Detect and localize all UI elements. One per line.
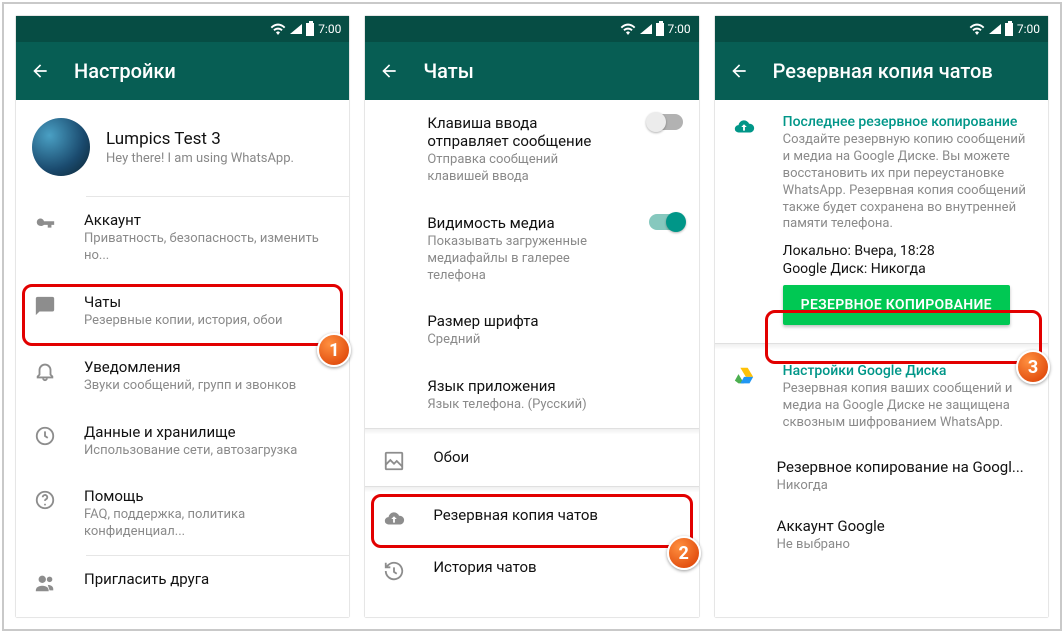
signal-icon bbox=[989, 24, 1001, 34]
status-bar: 7:00 bbox=[365, 16, 698, 42]
wallpaper-icon bbox=[383, 448, 405, 472]
people-icon bbox=[34, 570, 56, 594]
settings-chats[interactable]: ЧатыРезервные копии, история, обои bbox=[16, 279, 349, 344]
toolbar: Настройки bbox=[16, 42, 349, 100]
switch-enter-sends[interactable] bbox=[649, 114, 683, 130]
chat-history[interactable]: История чатов bbox=[365, 544, 698, 596]
back-icon[interactable] bbox=[30, 61, 50, 81]
backup-frequency[interactable]: Резервное копирование на Googl... Никогд… bbox=[715, 446, 1048, 505]
gdrive-section: Настройки Google Диска Резервная копия в… bbox=[715, 349, 1048, 446]
wifi-icon bbox=[270, 23, 286, 35]
section-heading: Последнее резервное копирование bbox=[783, 114, 1032, 130]
key-icon bbox=[34, 211, 56, 235]
drive-backup-info: Google Диск: Никогда bbox=[783, 261, 1032, 277]
profile-name: Lumpics Test 3 bbox=[106, 129, 294, 149]
settings-account[interactable]: АккаунтПриватность, безопасность, измени… bbox=[16, 197, 349, 279]
status-bar: 7:00 bbox=[16, 16, 349, 42]
battery-icon bbox=[306, 23, 314, 36]
wallpaper[interactable]: Обои bbox=[365, 434, 698, 486]
cloud-upload-icon bbox=[733, 114, 755, 138]
backup-button[interactable]: РЕЗЕРВНОЕ КОПИРОВАНИЕ bbox=[783, 285, 1010, 325]
battery-icon bbox=[1005, 23, 1013, 36]
section-desc: Создайте резервную копию сообщений и мед… bbox=[783, 132, 1032, 233]
wifi-icon bbox=[969, 23, 985, 35]
backup-screen: 7:00 Резервная копия чатов Последнее рез… bbox=[715, 16, 1048, 617]
screen-title: Настройки bbox=[74, 59, 176, 83]
clock: 7:00 bbox=[668, 22, 691, 36]
profile-status: Hey there! I am using WhatsApp. bbox=[106, 151, 294, 166]
help-icon bbox=[34, 487, 56, 511]
font-size[interactable]: Размер шрифтаСредний bbox=[365, 298, 698, 363]
google-account[interactable]: Аккаунт Google Не выбрано bbox=[715, 505, 1048, 564]
media-visibility[interactable]: Видимость медиаПоказывать загруженные ме… bbox=[365, 200, 698, 299]
profile-row[interactable]: Lumpics Test 3 Hey there! I am using Wha… bbox=[16, 100, 349, 196]
clock: 7:00 bbox=[1017, 22, 1040, 36]
signal-icon bbox=[640, 24, 652, 34]
section-heading: Настройки Google Диска bbox=[783, 363, 1032, 379]
local-backup-info: Локально: Вчера, 18:28 bbox=[783, 243, 1032, 259]
history-icon bbox=[383, 558, 405, 582]
section-desc: Резервная копия ваших сообщений и медиа … bbox=[783, 381, 1032, 432]
enter-sends[interactable]: Клавиша ввода отправляет сообщениеОтправ… bbox=[365, 100, 698, 200]
battery-icon bbox=[656, 23, 664, 36]
settings-help[interactable]: ПомощьFAQ, поддержка, политика конфиденц… bbox=[16, 473, 349, 555]
screen-title: Резервная копия чатов bbox=[773, 59, 993, 83]
data-icon bbox=[34, 423, 56, 447]
back-icon[interactable] bbox=[379, 61, 399, 81]
settings-screen: 7:00 Настройки Lumpics Test 3 Hey there!… bbox=[16, 16, 349, 617]
step-badge-3: 3 bbox=[1016, 350, 1050, 384]
settings-data[interactable]: Данные и хранилищеИспользование сети, ав… bbox=[16, 409, 349, 474]
bell-icon bbox=[34, 358, 56, 382]
clock: 7:00 bbox=[318, 22, 341, 36]
back-icon[interactable] bbox=[729, 61, 749, 81]
screen-title: Чаты bbox=[423, 59, 473, 83]
status-bar: 7:00 bbox=[715, 16, 1048, 42]
toolbar: Резервная копия чатов bbox=[715, 42, 1048, 100]
chat-backup[interactable]: Резервная копия чатов bbox=[365, 492, 698, 544]
switch-media-visibility[interactable] bbox=[649, 214, 683, 230]
wifi-icon bbox=[620, 23, 636, 35]
settings-notifications[interactable]: УведомленияЗвуки сообщений, групп и звон… bbox=[16, 344, 349, 409]
avatar bbox=[32, 118, 90, 176]
toolbar: Чаты bbox=[365, 42, 698, 100]
google-drive-icon bbox=[733, 363, 755, 387]
step-badge-2: 2 bbox=[667, 536, 701, 570]
settings-invite[interactable]: Пригласить друга bbox=[16, 556, 349, 608]
app-language[interactable]: Язык приложенияЯзык телефона. (Русский) bbox=[365, 363, 698, 428]
chat-icon bbox=[34, 293, 56, 317]
chats-settings-screen: 7:00 Чаты Клавиша ввода отправляет сообщ… bbox=[365, 16, 698, 617]
last-backup-section: Последнее резервное копирование Создайте… bbox=[715, 100, 1048, 343]
cloud-upload-icon bbox=[383, 506, 405, 530]
signal-icon bbox=[290, 24, 302, 34]
